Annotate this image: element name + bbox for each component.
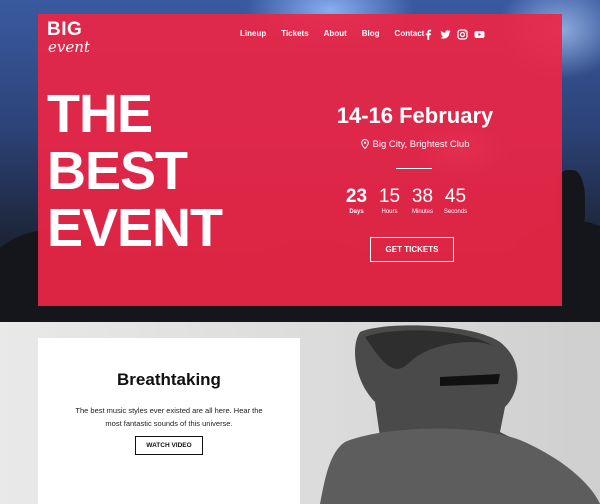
countdown-hours: 15 Hours bbox=[373, 186, 406, 215]
nav-item-about[interactable]: About bbox=[324, 29, 347, 38]
main-nav: Lineup Tickets About Blog Contact bbox=[240, 29, 439, 38]
twitter-icon[interactable] bbox=[440, 27, 451, 39]
nav-item-lineup[interactable]: Lineup bbox=[240, 29, 266, 38]
nav-item-contact[interactable]: Contact bbox=[395, 29, 425, 38]
nav-item-tickets[interactable]: Tickets bbox=[281, 29, 308, 38]
countdown-seconds: 45 Seconds bbox=[439, 186, 472, 215]
countdown-label: Minutes bbox=[411, 209, 433, 215]
youtube-icon[interactable] bbox=[474, 27, 485, 38]
facebook-icon[interactable] bbox=[423, 27, 434, 40]
instagram-icon[interactable] bbox=[457, 27, 468, 40]
site-logo[interactable]: BIG event bbox=[47, 19, 90, 56]
event-venue: Big City, Brightest Club bbox=[290, 138, 540, 150]
event-date: 14-16 February bbox=[336, 103, 494, 128]
nav-item-blog[interactable]: Blog bbox=[362, 29, 380, 38]
social-links bbox=[423, 27, 485, 40]
watch-video-button[interactable]: WATCH VIDEO bbox=[135, 436, 203, 455]
feature-description: The best music styles ever existed are a… bbox=[75, 406, 263, 428]
feature-title: Breathtaking bbox=[117, 370, 221, 389]
countdown-label: Hours bbox=[381, 209, 398, 215]
countdown-minutes: 38 Minutes bbox=[406, 186, 439, 215]
countdown-label: Days bbox=[349, 209, 364, 215]
countdown-days: 23 Days bbox=[340, 186, 373, 215]
location-pin-icon bbox=[360, 138, 369, 150]
countdown-value: 38 bbox=[411, 186, 434, 207]
hero-divider bbox=[396, 168, 432, 169]
countdown-value: 15 bbox=[378, 186, 401, 207]
countdown-value: 45 bbox=[444, 186, 467, 207]
logo-wordmark-bottom: event bbox=[48, 38, 90, 56]
get-tickets-button[interactable]: GET TICKETS bbox=[370, 237, 454, 262]
countdown-value: 23 bbox=[345, 186, 368, 207]
headline-line: EVENT bbox=[47, 198, 223, 258]
countdown-label: Seconds bbox=[443, 209, 468, 215]
headline-line: BEST bbox=[47, 141, 188, 201]
countdown-timer: 23 Days 15 Hours 38 Minutes 45 Seconds bbox=[340, 186, 472, 215]
logo-wordmark-top: BIG bbox=[47, 19, 83, 40]
hero-headline: THE BEST EVENT bbox=[47, 84, 223, 258]
venue-label: Big City, Brightest Club bbox=[372, 139, 470, 150]
headline-line: THE bbox=[47, 84, 153, 144]
